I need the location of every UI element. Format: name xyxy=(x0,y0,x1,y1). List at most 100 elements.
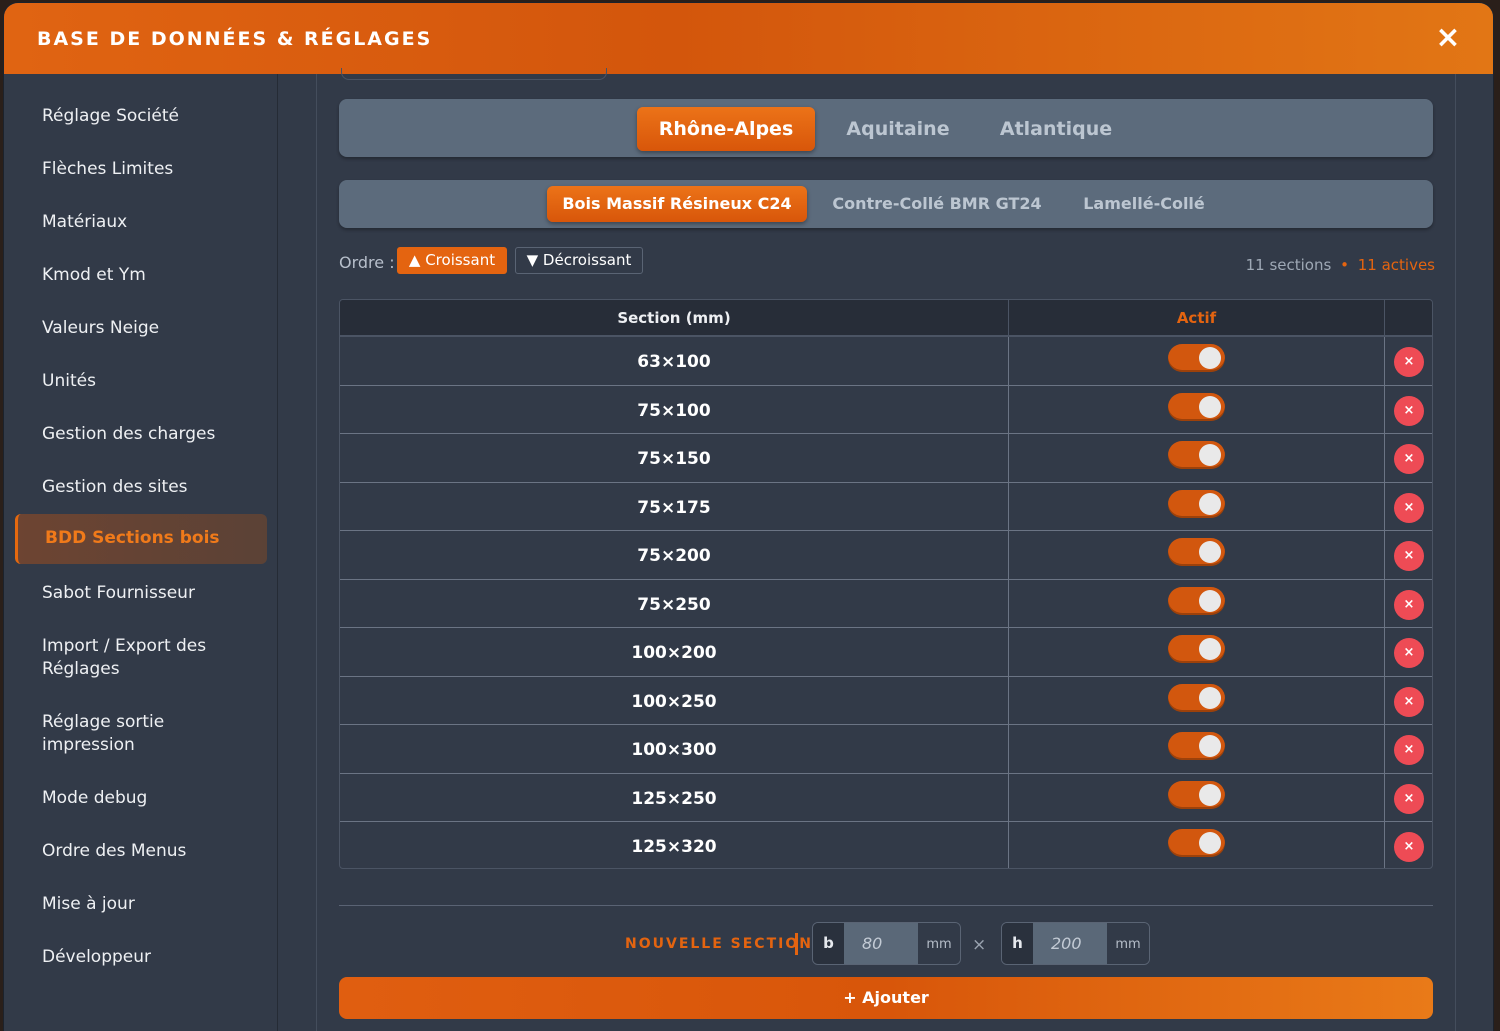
active-toggle[interactable] xyxy=(1168,489,1225,518)
sort-descending-button[interactable]: ▼ Décroissant xyxy=(515,247,643,274)
delete-cell: × xyxy=(1385,822,1432,868)
sidebar-item-gestion-sites[interactable]: Gestion des sites xyxy=(42,476,262,499)
height-prefix: h xyxy=(1002,923,1033,964)
active-cell xyxy=(1009,773,1385,821)
section-cell: 75×175 xyxy=(340,482,1009,530)
add-section-button[interactable]: + Ajouter xyxy=(339,977,1433,1019)
delete-icon[interactable]: × xyxy=(1394,444,1424,474)
delete-icon[interactable]: × xyxy=(1394,735,1424,765)
active-toggle[interactable] xyxy=(1168,732,1225,760)
active-cell xyxy=(1009,725,1385,773)
table-header: Section (mm) Actif xyxy=(340,300,1432,337)
delete-cell: × xyxy=(1385,628,1432,676)
delete-cell: × xyxy=(1385,580,1432,628)
tab-lamelle-colle[interactable]: Lamellé-Collé xyxy=(1069,186,1219,222)
toggle-knob xyxy=(1199,492,1221,515)
height-input[interactable] xyxy=(1033,923,1107,964)
section-cell: 75×100 xyxy=(340,385,1009,433)
sidebar-item-gestion-charges[interactable]: Gestion des charges xyxy=(42,423,262,446)
delete-icon[interactable]: × xyxy=(1394,492,1424,523)
sidebar-item-materiaux[interactable]: Matériaux xyxy=(42,211,262,234)
sidebar-item-fleches-limites[interactable]: Flèches Limites xyxy=(42,158,262,181)
active-cell xyxy=(1009,531,1385,579)
active-toggle[interactable] xyxy=(1168,829,1225,857)
active-cell xyxy=(1009,579,1385,627)
table-row: 75×250 × xyxy=(340,579,1432,628)
order-label: Ordre : xyxy=(339,253,395,272)
active-toggle[interactable] xyxy=(1168,344,1225,372)
divider xyxy=(339,905,1433,906)
table-row: 100×250 × xyxy=(340,676,1432,725)
delete-cell: × xyxy=(1385,483,1432,531)
width-input[interactable] xyxy=(844,923,918,964)
delete-icon[interactable]: × xyxy=(1394,686,1424,717)
table-row: 63×100 × xyxy=(340,337,1432,386)
counts-separator: • xyxy=(1340,256,1349,274)
table-row: 100×200 × xyxy=(340,628,1432,677)
sidebar-item-kmod-ym[interactable]: Kmod et Ym xyxy=(42,264,262,287)
toggle-knob xyxy=(1199,832,1221,854)
toggle-knob xyxy=(1199,686,1221,709)
toggle-knob xyxy=(1199,347,1221,369)
table-row: 125×250 × xyxy=(340,773,1432,822)
delete-cell: × xyxy=(1385,337,1432,385)
delete-icon[interactable]: × xyxy=(1394,541,1424,571)
active-toggle[interactable] xyxy=(1168,683,1225,712)
tab-rhone-alpes[interactable]: Rhône-Alpes xyxy=(637,107,815,151)
tab-atlantique[interactable]: Atlantique xyxy=(991,107,1121,151)
delete-icon[interactable]: × xyxy=(1394,395,1424,426)
active-toggle[interactable] xyxy=(1168,392,1225,421)
sidebar-item-mise-a-jour[interactable]: Mise à jour xyxy=(42,893,262,916)
section-cell: 75×150 xyxy=(340,434,1009,482)
active-cell xyxy=(1009,628,1385,676)
active-toggle[interactable] xyxy=(1168,441,1225,469)
tab-aquitaine[interactable]: Aquitaine xyxy=(833,107,963,151)
section-cell: 125×250 xyxy=(340,773,1009,821)
height-input-group: h mm xyxy=(1001,922,1150,965)
sidebar-item-reglage-societe[interactable]: Réglage Société xyxy=(42,105,262,128)
delete-icon[interactable]: × xyxy=(1394,347,1424,377)
sidebar-item-ordre-menus[interactable]: Ordre des Menus xyxy=(42,840,262,863)
toggle-knob xyxy=(1199,395,1221,418)
sort-ascending-button[interactable]: ▲ Croissant xyxy=(397,247,507,274)
sidebar-item-developpeur[interactable]: Développeur xyxy=(42,946,262,969)
table-row: 75×150 × xyxy=(340,434,1432,483)
toggle-knob xyxy=(1199,735,1221,757)
sidebar-item-mode-debug[interactable]: Mode debug xyxy=(42,787,262,810)
toggle-knob xyxy=(1199,638,1221,660)
table-row: 75×200 × xyxy=(340,531,1432,580)
toggle-knob xyxy=(1199,589,1221,612)
sidebar-item-import-export[interactable]: Import / Export des Réglages xyxy=(42,635,262,681)
modal-title: BASE DE DONNÉES & RÉGLAGES xyxy=(37,27,433,50)
section-cell: 125×320 xyxy=(340,822,1009,868)
active-cell xyxy=(1009,822,1385,868)
new-section-bar xyxy=(795,933,798,955)
toggle-knob xyxy=(1199,444,1221,466)
delete-icon[interactable]: × xyxy=(1394,832,1424,862)
sidebar-item-unites[interactable]: Unités xyxy=(42,370,262,393)
active-toggle[interactable] xyxy=(1168,538,1225,566)
sidebar-item-bdd-sections-bois[interactable]: BDD Sections bois xyxy=(15,514,267,564)
delete-icon[interactable]: × xyxy=(1394,638,1424,668)
active-cell xyxy=(1009,337,1385,385)
active-cell xyxy=(1009,385,1385,433)
column-header-delete xyxy=(1385,300,1432,335)
active-toggle[interactable] xyxy=(1168,780,1225,809)
sidebar-item-sabot-fournisseur[interactable]: Sabot Fournisseur xyxy=(42,582,262,605)
section-cell: 100×250 xyxy=(340,676,1009,724)
delete-icon[interactable]: × xyxy=(1394,783,1424,814)
sidebar: Réglage Société Flèches Limites Matériau… xyxy=(4,74,278,1031)
column-header-active: Actif xyxy=(1009,300,1385,335)
delete-cell: × xyxy=(1385,725,1432,773)
sidebar-item-valeurs-neige[interactable]: Valeurs Neige xyxy=(42,317,262,340)
active-toggle[interactable] xyxy=(1168,586,1225,615)
delete-icon[interactable]: × xyxy=(1394,589,1424,620)
tab-contre-colle-gt24[interactable]: Contre-Collé BMR GT24 xyxy=(827,186,1047,222)
section-cell: 75×200 xyxy=(340,531,1009,579)
delete-cell: × xyxy=(1385,434,1432,482)
sidebar-item-reglage-impression[interactable]: Réglage sortie impression xyxy=(42,711,262,757)
tab-bois-massif-c24[interactable]: Bois Massif Résineux C24 xyxy=(547,186,807,222)
active-toggle[interactable] xyxy=(1168,635,1225,663)
close-icon[interactable]: × xyxy=(1435,23,1461,53)
table-row: 75×100 × xyxy=(340,385,1432,434)
